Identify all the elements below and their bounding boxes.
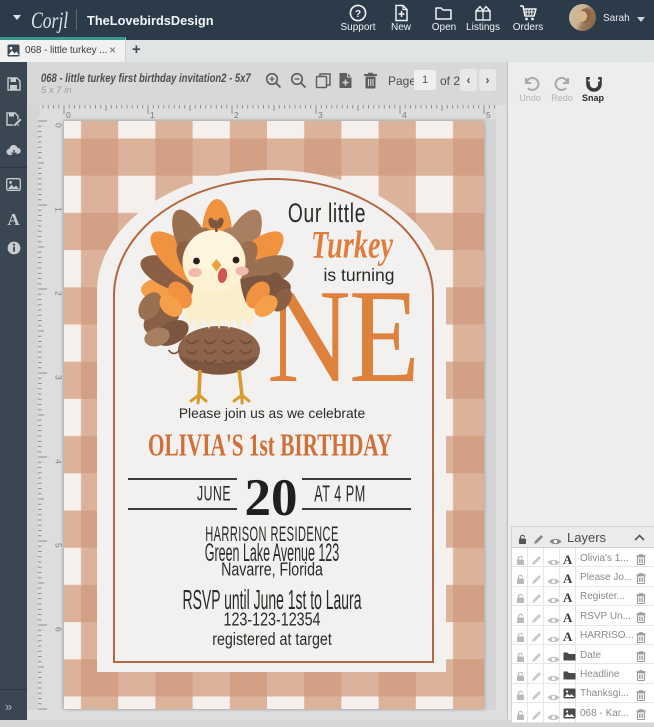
svg-text:3: 3: [318, 110, 323, 119]
svg-text:1: 1: [54, 207, 63, 212]
svg-text:4: 4: [54, 459, 63, 464]
svg-text:5: 5: [486, 110, 491, 119]
svg-text:0: 0: [66, 110, 71, 119]
svg-text:4: 4: [402, 110, 407, 119]
svg-text:5: 5: [54, 543, 63, 548]
svg-text:3: 3: [54, 375, 63, 380]
svg-text:6: 6: [54, 627, 63, 632]
svg-text:1: 1: [150, 110, 155, 119]
svg-text:0: 0: [54, 123, 63, 128]
svg-text:2: 2: [234, 110, 239, 119]
svg-text:?: ?: [355, 9, 361, 20]
svg-text:2: 2: [54, 291, 63, 296]
